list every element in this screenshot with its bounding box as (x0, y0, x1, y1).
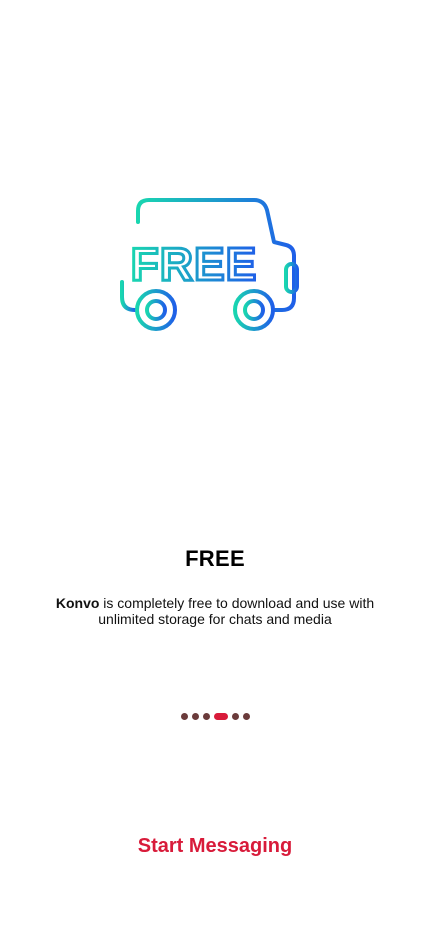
onboarding-title: FREE (185, 546, 245, 571)
page-dot-active (213, 713, 228, 720)
free-truck-icon: FREE (118, 196, 302, 336)
page-dot (242, 713, 250, 720)
onboarding-description: Konvo is completely free to download and… (40, 595, 390, 627)
start-messaging-button[interactable]: Start Messaging (100, 826, 330, 866)
page-indicator (0, 713, 430, 720)
page-dot (180, 713, 188, 720)
brand-name: Konvo (55, 595, 100, 611)
truck-text: FREE (131, 238, 258, 290)
page-dot (231, 713, 239, 720)
description-text: is completely free to download and use w… (98, 595, 375, 627)
page-dot (191, 713, 199, 720)
page-dot (202, 713, 210, 720)
